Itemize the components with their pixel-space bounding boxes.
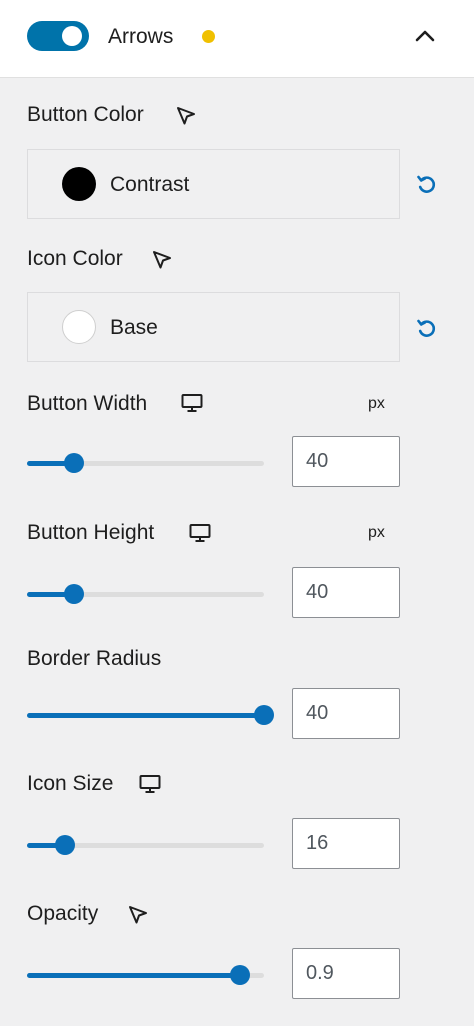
desktop-icon <box>189 524 211 542</box>
icon-size-label: Icon Size <box>27 772 114 795</box>
color-swatch <box>62 310 96 344</box>
border-radius-label: Border Radius <box>27 647 162 670</box>
color-swatch <box>62 167 96 201</box>
icon-size-input[interactable] <box>292 818 400 869</box>
slider-fill <box>27 973 240 978</box>
arrows-toggle[interactable] <box>27 21 89 51</box>
opacity-label: Opacity <box>27 902 99 925</box>
slider-thumb[interactable] <box>64 584 84 604</box>
slider-thumb[interactable] <box>55 835 75 855</box>
pointer-cursor-icon <box>153 251 171 269</box>
button-height-slider[interactable] <box>27 582 264 606</box>
unit-label: px <box>368 395 385 412</box>
toggle-knob <box>62 26 82 46</box>
border-radius-slider[interactable] <box>27 703 274 727</box>
reset-icon[interactable] <box>414 316 438 340</box>
pointer-cursor-icon <box>129 906 147 924</box>
button-width-input[interactable] <box>292 436 400 487</box>
button-color-value: Contrast <box>110 173 190 196</box>
collapse-button[interactable] <box>408 21 442 51</box>
unit-label: px <box>368 524 385 541</box>
pointer-cursor-icon <box>177 107 195 125</box>
icon-size-slider[interactable] <box>27 833 264 857</box>
slider-thumb[interactable] <box>230 965 250 985</box>
opacity-slider[interactable] <box>27 963 264 987</box>
reset-icon[interactable] <box>414 172 438 196</box>
icon-color-label: Icon Color <box>27 247 123 270</box>
icon-color-picker[interactable]: Base <box>27 292 400 362</box>
button-width-slider[interactable] <box>27 451 264 475</box>
chevron-up-icon <box>415 30 435 42</box>
button-height-label: Button Height <box>27 521 155 544</box>
desktop-icon <box>181 394 203 412</box>
button-color-label: Button Color <box>27 103 144 126</box>
icon-color-value: Base <box>110 316 158 339</box>
panel-title: Arrows <box>108 25 174 48</box>
slider-fill <box>27 713 264 718</box>
slider-thumb[interactable] <box>254 705 274 725</box>
opacity-input[interactable] <box>292 948 400 999</box>
border-radius-input[interactable] <box>292 688 400 739</box>
slider-thumb[interactable] <box>64 453 84 473</box>
button-height-input[interactable] <box>292 567 400 618</box>
panel-header: Arrows <box>0 0 474 78</box>
button-width-label: Button Width <box>27 392 148 415</box>
desktop-icon <box>139 775 161 793</box>
button-color-picker[interactable]: Contrast <box>27 149 400 219</box>
modified-indicator-dot <box>202 30 215 43</box>
